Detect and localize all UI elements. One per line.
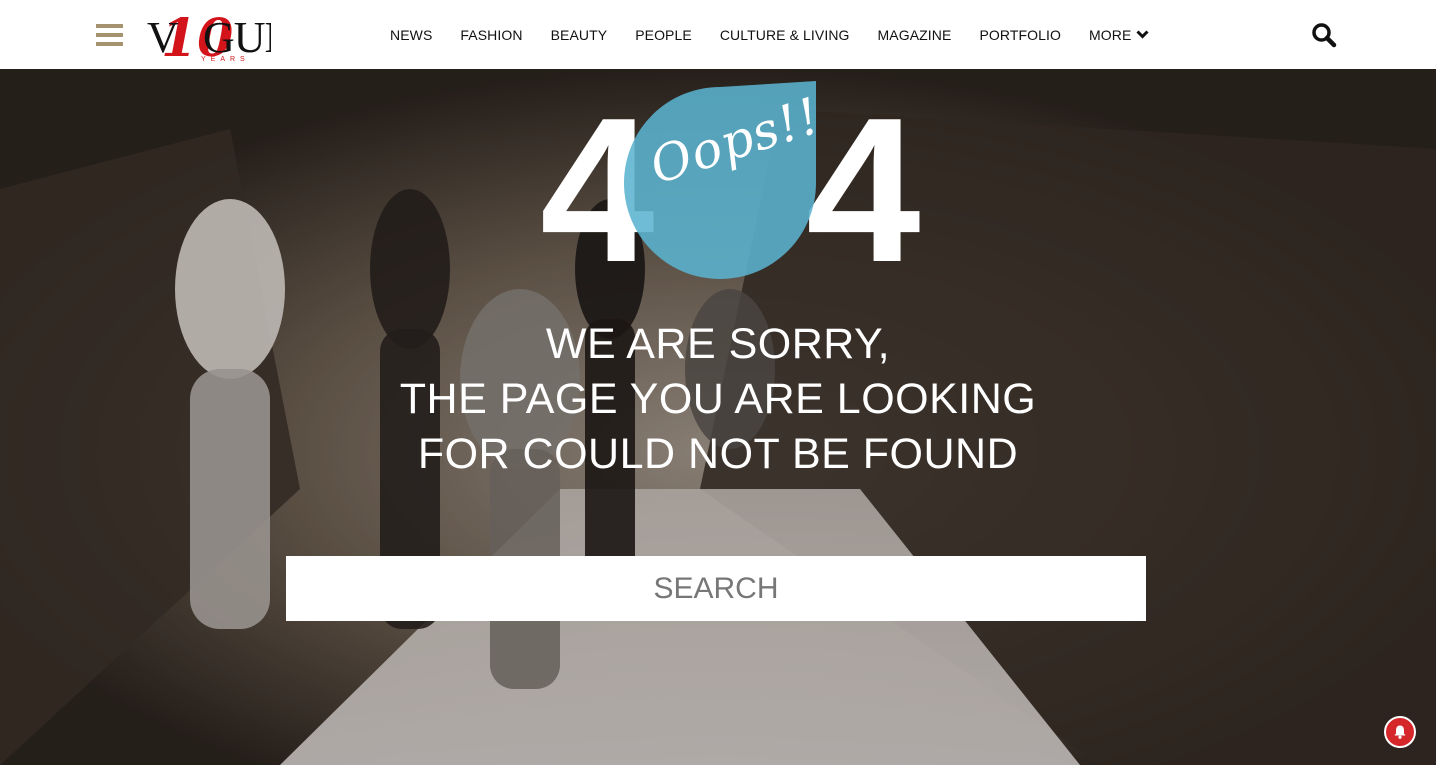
error-hero: 4 4 Oops!! WE ARE SORRY, THE PAGE YOU AR… [0,69,1436,765]
site-header: 10 V GUE YEARS NEWS FASHION BEAUTY PEOPL… [0,0,1436,69]
nav-more-label: MORE [1089,26,1132,43]
search-icon[interactable] [1311,22,1337,48]
nav-item-people[interactable]: PEOPLE [621,27,706,43]
error-digit-right: 4 [806,75,921,305]
nav-item-magazine[interactable]: MAGAZINE [864,27,966,43]
chevron-down-icon [1136,30,1149,39]
error-message-line-2: THE PAGE YOU ARE LOOKING [399,375,1037,423]
error-block: 4 4 Oops!! WE ARE SORRY, THE PAGE YOU AR… [0,69,1436,765]
nav-item-beauty[interactable]: BEAUTY [537,27,622,43]
nav-item-fashion[interactable]: FASHION [446,27,536,43]
nav-item-news[interactable]: NEWS [376,27,446,43]
bell-icon [1394,725,1406,739]
nav-item-portfolio[interactable]: PORTFOLIO [965,27,1075,43]
nav-item-more[interactable]: MORE [1075,27,1163,43]
vogue-10-years-logo[interactable]: 10 V GUE YEARS [147,8,271,62]
svg-text:GUE: GUE [203,13,271,62]
error-message: WE ARE SORRY, THE PAGE YOU ARE LOOKING F… [0,317,1436,482]
svg-text:V: V [147,13,179,62]
hamburger-menu-icon[interactable] [96,24,123,46]
search-input[interactable] [286,556,1146,621]
error-message-line-1: WE ARE SORRY, [545,320,891,368]
nav-item-culture-living[interactable]: CULTURE & LIVING [706,27,864,43]
error-message-line-3: FOR COULD NOT BE FOUND [417,430,1019,478]
main-nav: NEWS FASHION BEAUTY PEOPLE CULTURE & LIV… [376,0,1163,69]
svg-text:YEARS: YEARS [201,56,250,62]
notification-bell-button[interactable] [1384,716,1416,748]
